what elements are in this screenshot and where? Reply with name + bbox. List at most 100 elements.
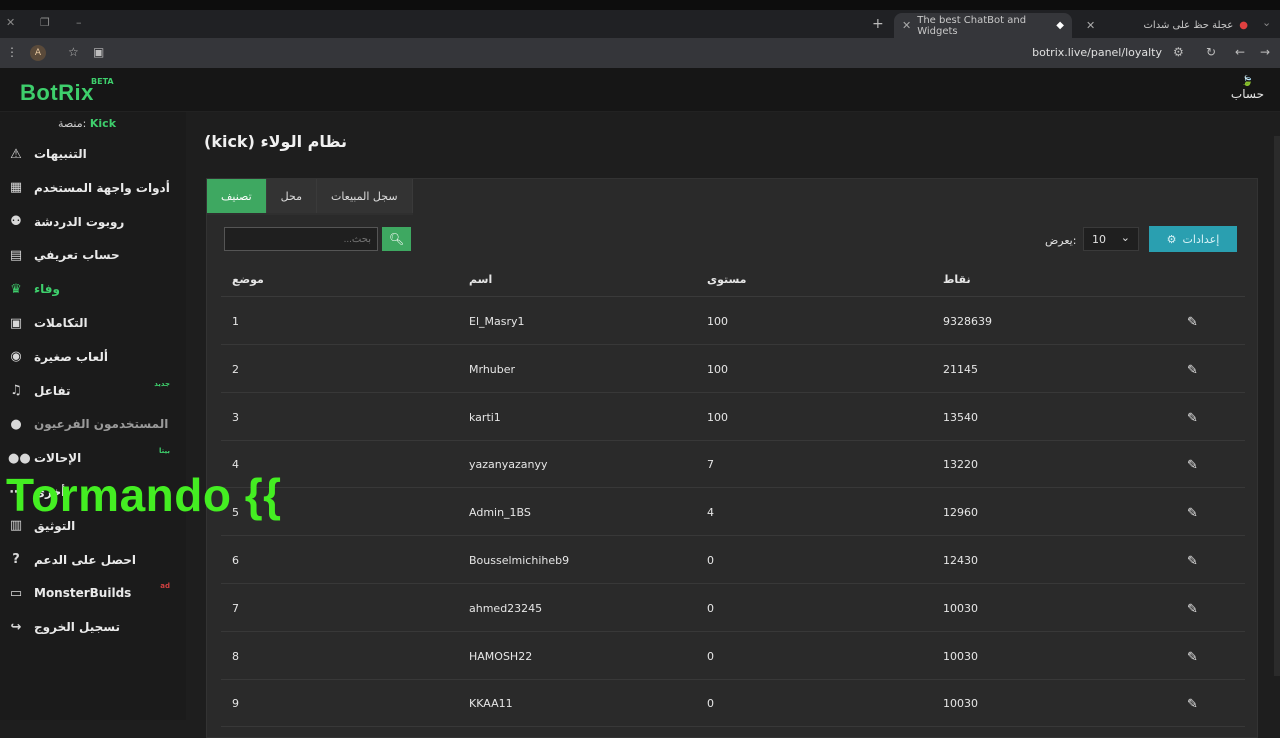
sidebar-item[interactable]: ▭ MonsterBuilds ad — [8, 580, 184, 606]
users-icon: ●● — [8, 450, 31, 466]
search-input[interactable] — [224, 227, 378, 251]
page-scrollbar[interactable] — [1274, 136, 1280, 676]
extensions-menu-icon[interactable]: ⋮ — [6, 45, 18, 59]
tab-sales-log[interactable]: سجل المبيعات — [316, 179, 413, 213]
sidebar-item[interactable]: ▤ حساب تعريفي — [8, 242, 184, 268]
table-row: 8 HAMOSH22 0 10030 ✎ — [221, 632, 1245, 680]
row-level: 0 — [707, 649, 714, 663]
row-points: 10030 — [943, 601, 978, 615]
search-button[interactable]: 🔍︎ — [382, 227, 411, 251]
laptop-icon: ▭ — [9, 585, 23, 601]
profile-avatar[interactable]: A — [30, 45, 46, 61]
row-level: 100 — [707, 410, 728, 424]
account-menu[interactable]: 🍃 حساب — [1231, 76, 1264, 101]
show-count-select[interactable]: 10 ⌄ — [1083, 227, 1139, 251]
row-level: 0 — [707, 554, 714, 567]
sidebar-item-label: الإحالات — [34, 451, 82, 466]
loyalty-panel: تصنيف محل سجل المبيعات 🔍︎ يعرض: 10 ⌄ ⚙ إ… — [206, 178, 1258, 738]
loyalty-tabs: تصنيف محل سجل المبيعات — [207, 179, 413, 215]
botrix-logo[interactable]: BotRix — [20, 80, 94, 106]
table-header: موضع اسم مستوى نقاط — [221, 263, 1245, 297]
sidebar-item-label: تسجيل الخروج — [34, 620, 120, 635]
sidebar-item[interactable]: ● المستخدمون الفرعيون — [8, 411, 184, 437]
edit-pencil-icon[interactable]: ✎ — [1187, 315, 1198, 330]
sidebar-item[interactable]: ▣ التكاملات — [8, 310, 184, 336]
settings-button[interactable]: ⚙ إعدادات — [1149, 226, 1237, 252]
platform-label: منصة: — [58, 117, 87, 130]
show-count-value: 10 — [1092, 233, 1106, 246]
sidebar-item-label: MonsterBuilds — [34, 586, 132, 601]
forward-icon[interactable]: ← — [1235, 45, 1245, 59]
close-tab-icon[interactable]: ✕ — [1086, 19, 1095, 32]
browser-tab-active[interactable]: ✕ The best ChatBot and Widgets ◆ — [894, 13, 1072, 38]
row-name: El_Masry1 — [469, 315, 525, 328]
sidebar-item[interactable]: ◉ ألعاب صغيرة — [8, 344, 184, 370]
row-level: 100 — [707, 315, 728, 328]
sidebar-badge: ad — [160, 582, 170, 591]
browser-tab-title: The best ChatBot and Widgets — [917, 14, 1027, 37]
bookmark-star-icon[interactable]: ☆ — [68, 45, 79, 59]
platform-name: Kick — [89, 117, 117, 130]
url-text[interactable]: botrix.live/panel/loyalty — [1032, 46, 1162, 59]
edit-pencil-icon[interactable]: ✎ — [1187, 458, 1198, 473]
reload-icon[interactable]: ↻ — [1206, 45, 1216, 59]
row-position: 7 — [232, 601, 239, 615]
edit-pencil-icon[interactable]: ✎ — [1187, 650, 1198, 665]
tab-shop[interactable]: محل — [266, 179, 317, 213]
new-tab-button[interactable]: + — [872, 16, 884, 32]
close-window-icon[interactable]: ✕ — [6, 16, 15, 29]
tab-ranking[interactable]: تصنيف — [207, 179, 267, 213]
row-name: Bousselmichiheb9 — [469, 554, 570, 567]
row-position: 2 — [232, 362, 239, 376]
sidebar-item[interactable]: ♫ تفاعل جديد — [8, 378, 184, 404]
sidebar-badge: بيتا — [159, 447, 170, 456]
show-count-label: يعرض: — [1045, 234, 1077, 247]
sidebar-item[interactable]: ⚠ التنبيهات — [8, 141, 184, 167]
sidebar-item-label: تفاعل — [34, 383, 71, 398]
sidebar-item[interactable]: ↪ تسجيل الخروج — [8, 614, 184, 640]
site-settings-icon[interactable]: ⚙ — [1173, 45, 1184, 59]
sidebar-item[interactable]: ♛ وفاء — [8, 276, 184, 302]
edit-pencil-icon[interactable]: ✎ — [1187, 602, 1198, 617]
user-icon: ● — [10, 416, 22, 432]
sidebar-item-label: حساب تعريفي — [34, 248, 120, 263]
column-level[interactable]: مستوى — [707, 273, 746, 286]
table-row: 5 Admin_1BS 4 12960 ✎ — [221, 488, 1245, 537]
tab-search-chevron-icon[interactable]: ⌄ — [1262, 16, 1271, 29]
table-row: 6 Bousselmichiheb9 0 12430 ✎ — [221, 536, 1245, 584]
robot-icon: ⚉ — [10, 214, 22, 230]
sidebar-item-label: ألعاب صغيرة — [34, 349, 108, 364]
sidebar-item[interactable]: ⚉ روبوت الدردشة — [8, 209, 184, 235]
table-row: 3 karti1 100 13540 ✎ — [221, 393, 1245, 441]
edit-pencil-icon[interactable]: ✎ — [1187, 697, 1198, 712]
edit-pencil-icon[interactable]: ✎ — [1187, 506, 1198, 521]
reading-mode-icon[interactable]: ▣ — [93, 45, 104, 59]
column-position[interactable]: موضع — [232, 273, 264, 286]
close-tab-icon[interactable]: ✕ — [902, 19, 911, 32]
row-level: 100 — [707, 362, 728, 376]
row-level: 0 — [707, 601, 714, 615]
chevron-down-icon: ⌄ — [1120, 231, 1130, 244]
column-points[interactable]: نقاط — [943, 273, 971, 286]
platform-indicator: منصة: Kick — [58, 117, 116, 130]
gears-icon: ⚙ — [1166, 232, 1177, 246]
column-name[interactable]: اسم — [469, 273, 492, 286]
sidebar-item-label: المستخدمون الفرعيون — [34, 417, 169, 432]
restore-window-icon[interactable]: ❐ — [40, 16, 50, 29]
row-position: 1 — [232, 315, 239, 328]
row-position: 3 — [232, 410, 239, 424]
sidebar-item-label: أدوات واجهة المستخدم — [34, 180, 170, 195]
browser-tab[interactable]: ✕ عجلة حظ على شدات ● — [1078, 13, 1256, 38]
sidebar-item[interactable]: ? احصل على الدعم — [8, 547, 184, 573]
main-content: نظام الولاء (kick) تصنيف محل سجل المبيعا… — [186, 112, 1280, 738]
edit-pencil-icon[interactable]: ✎ — [1187, 554, 1198, 569]
minimize-window-icon[interactable]: – — [76, 16, 82, 29]
back-icon[interactable]: → — [1260, 45, 1270, 59]
row-name: karti1 — [469, 410, 501, 424]
edit-pencil-icon[interactable]: ✎ — [1187, 411, 1198, 426]
grid-icon: ▦ — [9, 180, 23, 196]
sidebar-item[interactable]: ▦ أدوات واجهة المستخدم — [8, 175, 184, 201]
botrix-favicon-icon: ◆ — [1056, 20, 1064, 31]
screen-top-strip — [0, 0, 1280, 10]
edit-pencil-icon[interactable]: ✎ — [1187, 363, 1198, 378]
